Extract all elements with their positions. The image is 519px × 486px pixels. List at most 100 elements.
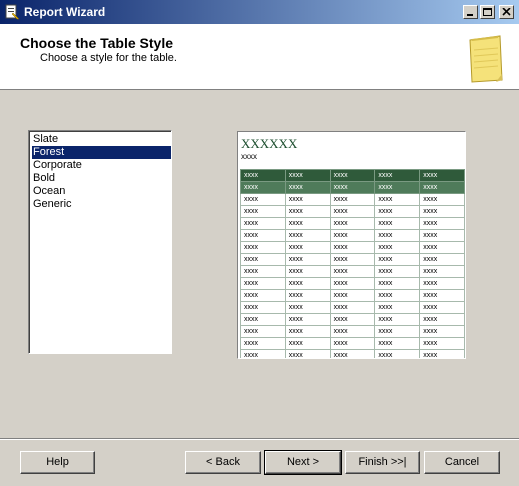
preview-cell: xxxx xyxy=(329,313,376,326)
preview-cell: xxxx xyxy=(240,205,286,218)
window-title: Report Wizard xyxy=(24,5,106,19)
preview-cell: xxxx xyxy=(284,337,331,350)
list-item-corporate[interactable]: Corporate xyxy=(32,159,171,172)
preview-cell: xxxx xyxy=(374,313,421,326)
preview-cell: xxxx xyxy=(284,181,331,194)
preview-cell: xxxx xyxy=(284,325,331,338)
notepad-icon xyxy=(469,35,503,83)
preview-row: xxxx xxxx xxxx xxxx xxxx xyxy=(240,253,465,266)
preview-cell: xxxx xyxy=(284,313,331,326)
preview-row: xxxx xxxx xxxx xxxx xxxx xyxy=(240,337,465,350)
preview-row: xxxx xxxx xxxx xxxx xxxx xyxy=(240,289,465,302)
preview-cell: xxxx xyxy=(419,325,465,338)
wizard-header: Choose the Table Style Choose a style fo… xyxy=(0,24,519,90)
preview-cell: xxxx xyxy=(284,349,331,358)
preview-title: XXXXXX xyxy=(241,136,298,151)
preview-cell: xxxx xyxy=(240,253,286,266)
preview-cell: xxxx xyxy=(374,169,421,182)
preview-cell: xxxx xyxy=(284,289,331,302)
preview-cell: xxxx xyxy=(419,337,465,350)
preview-cell: xxxx xyxy=(374,325,421,338)
close-button[interactable] xyxy=(499,5,514,19)
preview-cell: xxxx xyxy=(419,229,465,242)
preview-cell: xxxx xyxy=(419,193,465,206)
preview-cell: xxxx xyxy=(419,277,465,290)
preview-cell: xxxx xyxy=(284,217,331,230)
preview-cell: xxxx xyxy=(374,349,421,358)
preview-row: xxxx xxxx xxxx xxxx xxxx xyxy=(240,193,465,206)
preview-cell: xxxx xyxy=(284,265,331,278)
list-item-ocean[interactable]: Ocean xyxy=(32,185,171,198)
preview-cell: xxxx xyxy=(329,289,376,302)
preview-cell: xxxx xyxy=(284,241,331,254)
preview-cell: xxxx xyxy=(240,313,286,326)
list-item-slate[interactable]: Slate xyxy=(32,133,171,146)
minimize-button[interactable] xyxy=(463,5,478,19)
preview-cell: xxxx xyxy=(374,253,421,266)
preview-cell: xxxx xyxy=(329,301,376,314)
cancel-button[interactable]: Cancel xyxy=(424,451,500,474)
preview-cell: xxxx xyxy=(329,169,376,182)
preview-cell: xxxx xyxy=(374,229,421,242)
preview-cell: xxxx xyxy=(240,169,286,182)
maximize-button[interactable] xyxy=(480,5,495,19)
preview-cell: xxxx xyxy=(240,241,286,254)
preview-cell: xxxx xyxy=(329,349,376,358)
preview-cell: xxxx xyxy=(419,313,465,326)
footer-divider xyxy=(0,438,519,440)
preview-row: xxxx xxxx xxxx xxxx xxxx xyxy=(240,205,465,218)
preview-cell: xxxx xyxy=(329,205,376,218)
preview-cell: xxxx xyxy=(240,337,286,350)
preview-cell: xxxx xyxy=(419,169,465,182)
preview-row: xxxx xxxx xxxx xxxx xxxx xyxy=(240,241,465,254)
preview-cell: xxxx xyxy=(419,205,465,218)
next-button[interactable]: Next > xyxy=(264,450,342,475)
preview-cell: xxxx xyxy=(284,169,331,182)
help-button[interactable]: Help xyxy=(20,451,95,474)
preview-cell: xxxx xyxy=(374,265,421,278)
table-style-list[interactable]: Slate Forest Corporate Bold Ocean Generi… xyxy=(28,130,172,354)
preview-cell: xxxx xyxy=(240,217,286,230)
page-subtitle: Choose a style for the table. xyxy=(40,52,177,64)
preview-cell: xxxx xyxy=(374,193,421,206)
list-item-forest[interactable]: Forest xyxy=(32,146,171,159)
preview-header-row: xxxx xxxx xxxx xxxx xxxx xyxy=(240,169,465,182)
style-preview: XXXXXX xxxx xxxx xxxx xxxx xxxx xxxx xxxx xxxx… xyxy=(237,131,466,359)
preview-cell: xxxx xyxy=(240,193,286,206)
preview-cell: xxxx xyxy=(329,217,376,230)
back-button[interactable]: < Back xyxy=(185,451,261,474)
preview-cell: xxxx xyxy=(374,301,421,314)
preview-cell: xxxx xyxy=(240,265,286,278)
title-bar[interactable]: Report Wizard xyxy=(0,0,519,24)
preview-cell: xxxx xyxy=(374,277,421,290)
close-icon xyxy=(502,8,511,16)
preview-cell: xxxx xyxy=(240,325,286,338)
preview-row: xxxx xxxx xxxx xxxx xxxx xyxy=(240,229,465,242)
preview-cell: xxxx xyxy=(240,289,286,302)
minimize-icon xyxy=(467,14,473,16)
preview-cell: xxxx xyxy=(374,289,421,302)
preview-cell: xxxx xyxy=(419,217,465,230)
finish-button[interactable]: Finish >>| xyxy=(345,451,420,474)
preview-cell: xxxx xyxy=(419,181,465,194)
preview-group-row: xxxx xxxx xxxx xxxx xxxx xyxy=(240,181,465,194)
preview-cell: xxxx xyxy=(284,253,331,266)
preview-cell: xxxx xyxy=(419,265,465,278)
preview-cell: xxxx xyxy=(419,241,465,254)
preview-cell: xxxx xyxy=(284,193,331,206)
preview-cell: xxxx xyxy=(240,229,286,242)
preview-row: xxxx xxxx xxxx xxxx xxxx xyxy=(240,325,465,338)
preview-row: xxxx xxxx xxxx xxxx xxxx xyxy=(240,277,465,290)
preview-cell: xxxx xyxy=(284,277,331,290)
list-item-bold[interactable]: Bold xyxy=(32,172,171,185)
preview-cell: xxxx xyxy=(374,217,421,230)
preview-cell: xxxx xyxy=(240,181,286,194)
preview-cell: xxxx xyxy=(329,253,376,266)
list-item-generic[interactable]: Generic xyxy=(32,198,171,211)
report-wizard-icon xyxy=(5,4,20,20)
preview-cell: xxxx xyxy=(329,337,376,350)
preview-cell: xxxx xyxy=(240,349,286,358)
preview-row: xxxx xxxx xxxx xxxx xxxx xyxy=(240,349,465,358)
page-title: Choose the Table Style xyxy=(20,35,173,51)
preview-cell: xxxx xyxy=(419,349,465,358)
